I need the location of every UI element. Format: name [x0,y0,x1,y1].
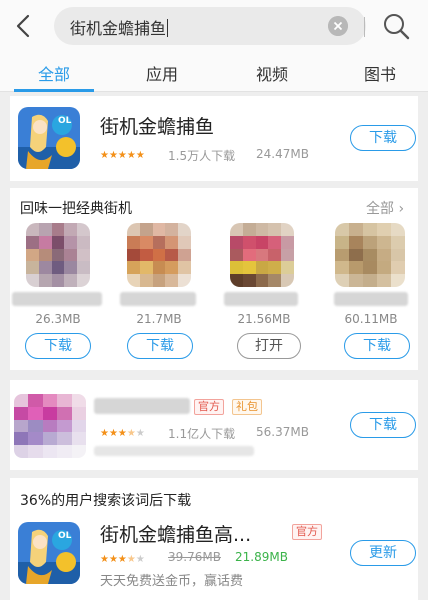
chevron-right-icon: › [398,201,405,217]
app-name-redacted [94,398,190,414]
app-size: 26.3MB [35,312,81,326]
related-title: 36%的用户搜索该词后下载 [20,493,192,509]
related-section: 36%的用户搜索该词后下载 OL 街机金蟾捕鱼高... 官方 ★★★★★ 39.… [10,478,418,600]
tab-all[interactable]: 全部 [14,61,94,85]
new-size: 21.89MB [235,550,288,564]
top-bar: 街机金蟾捕鱼 [0,0,428,52]
app-result-card[interactable]: 官方 礼包 ★★★★★ 1.1亿人下载 56.37MB 下载 [10,380,418,470]
app-desc-redacted [94,446,254,456]
app-size: 24.47MB [256,147,309,161]
see-all-link[interactable]: 全部 › [366,198,404,218]
download-button[interactable]: 下载 [350,412,416,438]
back-arrow-icon[interactable] [8,10,40,42]
download-button[interactable]: 下载 [25,333,91,359]
top-result-card[interactable]: OL 街机金蟾捕鱼 ★★★★★ 1.5万人下载 24.47MB 下载 [10,96,418,181]
app-icon: OL [18,107,80,169]
app-size: 21.7MB [136,312,182,326]
classic-games-section: 回味一把经典街机 全部 › 26.3MB 下载 21.7MB 下载 21.56M… [10,188,418,370]
svg-text:OL: OL [58,116,72,126]
app-name-redacted [334,292,408,306]
app-downloads: 1.1亿人下载 [168,427,236,441]
search-query: 街机金蟾捕鱼 [70,19,169,38]
app-icon [14,394,86,458]
app-icon [335,223,405,287]
rating-stars: ★★★★★ [100,150,145,161]
app-icon: OL [18,522,80,584]
search-divider [364,17,365,37]
app-title: 街机金蟾捕鱼高... [100,524,252,546]
app-name-redacted [224,292,298,306]
gift-tag: 礼包 [232,399,262,415]
official-tag: 官方 [194,399,224,415]
app-size: 56.37MB [256,425,309,439]
tab-apps[interactable]: 应用 [122,61,202,85]
tab-video[interactable]: 视频 [232,61,312,85]
app-icon [230,223,294,287]
app-size: 21.56MB [237,312,291,326]
search-input[interactable]: 街机金蟾捕鱼 [54,7,366,45]
app-icon [127,223,191,287]
app-name-redacted [120,292,196,306]
tab-books[interactable]: 图书 [340,61,420,85]
app-title: 街机金蟾捕鱼 [100,116,215,138]
svg-text:OL: OL [58,531,72,541]
rating-stars: ★★★★★ [100,428,145,439]
app-downloads: 1.5万人下载 [168,149,236,163]
app-name-redacted [12,292,102,306]
app-description: 天天免费送金币，赢话费 [100,574,244,589]
download-button[interactable]: 下载 [127,333,193,359]
old-size: 39.76MB [168,550,221,564]
active-tab-indicator [14,89,94,92]
app-size: 60.11MB [344,312,398,326]
app-icon [26,223,90,287]
rating-stars: ★★★★★ [100,554,145,565]
search-icon[interactable] [380,10,412,42]
update-button[interactable]: 更新 [350,540,416,566]
section-title: 回味一把经典街机 [20,201,132,217]
open-button[interactable]: 打开 [237,333,301,359]
download-button[interactable]: 下载 [344,333,410,359]
download-button[interactable]: 下载 [350,125,416,151]
clear-icon[interactable] [328,16,348,36]
category-tabs: 全部 应用 视频 图书 [0,52,428,92]
official-tag: 官方 [292,524,322,540]
